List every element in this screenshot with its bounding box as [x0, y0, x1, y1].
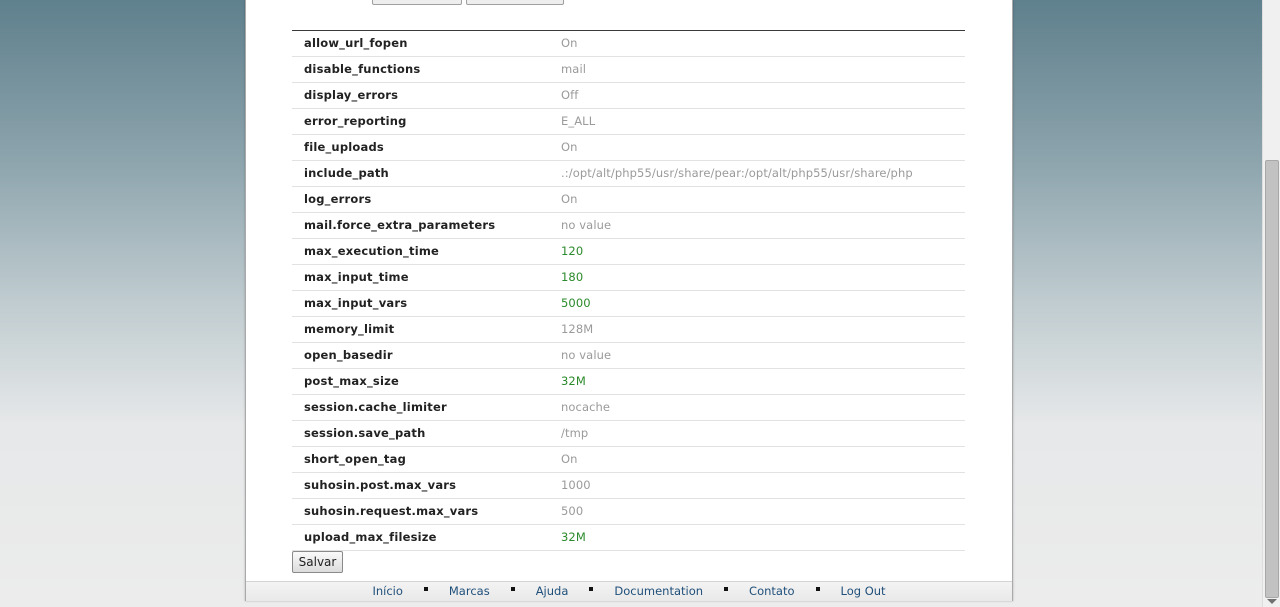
setting-value[interactable]: On [561, 135, 578, 160]
setting-value[interactable]: 120 [561, 239, 583, 264]
setting-name: session.save_path [304, 426, 426, 440]
setting-row: suhosin.request.max_vars 500 [292, 499, 965, 525]
setting-value[interactable]: no value [561, 343, 611, 368]
setting-name: suhosin.post.max_vars [304, 478, 457, 492]
setting-name: memory_limit [304, 322, 395, 336]
setting-value[interactable]: nocache [561, 395, 610, 420]
setting-name: max_input_time [304, 270, 409, 284]
vertical-scrollbar[interactable] [1262, 0, 1280, 607]
footer-link[interactable]: Documentation [614, 584, 703, 598]
setting-name: max_input_vars [304, 296, 408, 310]
setting-name: mail.force_extra_parameters [304, 218, 496, 232]
setting-name: session.cache_limiter [304, 400, 447, 414]
setting-name: max_execution_time [304, 244, 440, 258]
setting-value[interactable]: 500 [561, 499, 583, 524]
setting-value[interactable]: On [561, 447, 578, 472]
scrollbar-thumb[interactable] [1265, 160, 1279, 598]
save-button[interactable]: Salvar [292, 551, 343, 573]
setting-row: short_open_tag On [292, 447, 965, 473]
separator-bullet-icon [724, 586, 729, 591]
setting-name: display_errors [304, 88, 399, 102]
setting-value[interactable]: /tmp [561, 421, 588, 446]
footer-nav: Início Marcas Ajuda Documentation Contato Log… [246, 581, 1012, 601]
setting-row: max_input_time 180 [292, 265, 965, 291]
setting-name: open_basedir [304, 348, 393, 362]
scroll-down-arrow-icon[interactable] [1267, 599, 1277, 604]
setting-row: display_errors Off [292, 83, 965, 109]
setting-name: disable_functions [304, 62, 421, 76]
footer-link[interactable]: Ajuda [536, 584, 569, 598]
separator-bullet-icon [510, 586, 515, 591]
setting-value[interactable]: .:/opt/alt/php55/usr/share/pear:/opt/alt… [561, 161, 913, 186]
setting-row: max_input_vars 5000 [292, 291, 965, 317]
setting-value[interactable]: mail [561, 57, 586, 82]
setting-name: suhosin.request.max_vars [304, 504, 479, 518]
setting-value[interactable]: 128M [561, 317, 593, 342]
setting-row: file_uploads On [292, 135, 965, 161]
setting-row: error_reporting E_ALL [292, 109, 965, 135]
setting-name: short_open_tag [304, 452, 407, 466]
footer-link[interactable]: Log Out [841, 584, 886, 598]
setting-value[interactable]: 1000 [561, 473, 591, 498]
footer-link[interactable]: Marcas [449, 584, 490, 598]
footer-link[interactable]: Início [372, 584, 402, 598]
setting-name: include_path [304, 166, 389, 180]
setting-row: session.save_path/tmp [292, 421, 965, 447]
tab-button-partial[interactable] [466, 0, 564, 5]
setting-name: file_uploads [304, 140, 384, 154]
separator-bullet-icon [815, 586, 820, 591]
setting-row: allow_url_fopen On [292, 31, 965, 57]
setting-value[interactable]: 32M [561, 369, 586, 394]
footer-link[interactable]: Contato [749, 584, 794, 598]
setting-row: post_max_size 32M [292, 369, 965, 395]
setting-value[interactable]: 180 [561, 265, 583, 290]
setting-value[interactable]: E_ALL [561, 109, 595, 134]
separator-bullet-icon [423, 586, 428, 591]
setting-value[interactable]: Off [561, 83, 578, 108]
setting-name: allow_url_fopen [304, 36, 408, 50]
setting-row: mail.force_extra_parameters no value [292, 213, 965, 239]
setting-row: max_execution_time 120 [292, 239, 965, 265]
php-settings-table: allow_url_fopen On disable_functions mail di… [292, 30, 965, 551]
setting-name: error_reporting [304, 114, 407, 128]
setting-value[interactable]: 32M [561, 525, 586, 550]
setting-value[interactable]: 5000 [561, 291, 591, 316]
setting-row: disable_functions mail [292, 57, 965, 83]
setting-row: session.cache_limiter nocache [292, 395, 965, 421]
setting-row: open_basedir no value [292, 343, 965, 369]
setting-row: upload_max_filesize 32M [292, 525, 965, 551]
setting-value[interactable]: On [561, 31, 578, 56]
setting-row: suhosin.post.max_vars 1000 [292, 473, 965, 499]
tab-button-partial[interactable] [372, 0, 462, 5]
setting-value[interactable]: On [561, 187, 578, 212]
setting-row: memory_limit 128M [292, 317, 965, 343]
setting-value[interactable]: no value [561, 213, 611, 238]
setting-row: include_path .:/opt/alt/php55/usr/share/p… [292, 161, 965, 187]
setting-name: log_errors [304, 192, 372, 206]
main-panel: allow_url_fopen On disable_functions mail di… [245, 0, 1013, 601]
setting-name: post_max_size [304, 374, 400, 388]
setting-row: log_errors On [292, 187, 965, 213]
separator-bullet-icon [589, 586, 594, 591]
setting-name: upload_max_filesize [304, 530, 437, 544]
